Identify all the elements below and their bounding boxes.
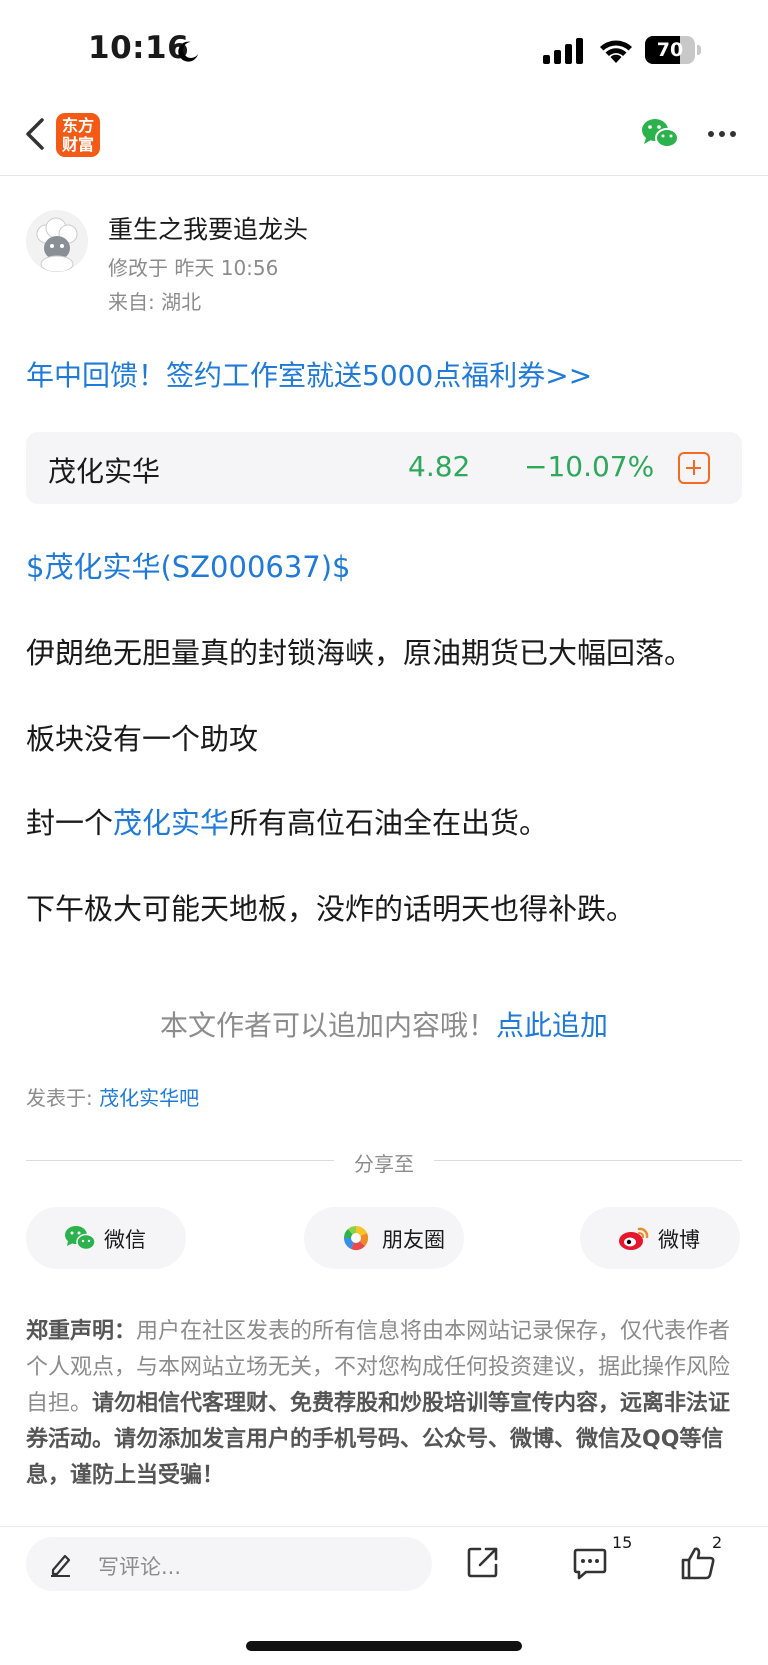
- battery-percentage: 70: [656, 39, 684, 61]
- home-indicator[interactable]: [246, 1641, 522, 1651]
- share-title: 分享至: [354, 1152, 414, 1176]
- nav-bar: 东方 财富: [0, 96, 768, 176]
- share-weibo-button[interactable]: 微博: [580, 1207, 740, 1269]
- disclaimer-title: 郑重声明：: [26, 1319, 137, 1344]
- weibo-icon: [619, 1227, 649, 1250]
- stock-change: −10.07%: [524, 450, 655, 483]
- post-paragraph: 封一个茂化实华所有高位石油全在出货。: [26, 800, 548, 842]
- avatar[interactable]: [26, 210, 88, 272]
- battery-icon: 70: [645, 36, 701, 64]
- stock-inline-link[interactable]: 茂化实华: [113, 806, 229, 840]
- share-divider: 分享至: [26, 1146, 742, 1176]
- status-bar: 10:16 70: [0, 0, 768, 96]
- wechat-icon: [65, 1226, 96, 1251]
- post-text: 所有高位石油全在出货。: [229, 806, 549, 840]
- append-content-row: 本文作者可以追加内容哦！点此追加: [0, 1004, 768, 1044]
- share-wechat-button[interactable]: 微信: [26, 1207, 186, 1269]
- logo-text-top: 东方: [61, 116, 94, 135]
- posted-in-label: 发表于:: [26, 1086, 100, 1110]
- wechat-share-icon[interactable]: [640, 116, 680, 152]
- board-link[interactable]: 茂化实华吧: [99, 1086, 199, 1110]
- add-to-watchlist-icon[interactable]: [678, 452, 710, 484]
- moments-icon: [343, 1225, 369, 1251]
- comment-placeholder: 写评论...: [98, 1555, 182, 1579]
- share-wechat-label: 微信: [104, 1228, 146, 1252]
- post-paragraph: 板块没有一个助攻: [26, 722, 259, 756]
- sheep-avatar-icon: [26, 210, 88, 272]
- post-modified-time: 修改于 昨天 10:56: [108, 256, 279, 280]
- post-location: 来自: 湖北: [108, 290, 202, 314]
- disclaimer-bold-text: 请勿相信代客理财、免费荐股和炒股培训等宣传内容，远离非法证券活动。请勿添加发言用…: [26, 1391, 731, 1488]
- comment-icon[interactable]: [572, 1547, 608, 1581]
- share-moments-button[interactable]: 朋友圈: [304, 1207, 464, 1269]
- back-arrow-icon[interactable]: [22, 114, 48, 154]
- disclaimer: 郑重声明：用户在社区发表的所有信息将由本网站记录保存，仅代表作者个人观点，与本网…: [26, 1314, 744, 1494]
- share-out-icon[interactable]: [466, 1545, 500, 1579]
- cellular-signal-icon: [543, 38, 583, 64]
- comment-count: 15: [612, 1533, 633, 1552]
- append-content-link[interactable]: 点此追加: [496, 1009, 608, 1042]
- pen-icon: [51, 1554, 71, 1577]
- wifi-icon: [600, 40, 632, 63]
- share-moments-label: 朋友圈: [382, 1228, 445, 1252]
- post-paragraph: 伊朗绝无胆量真的封锁海峡，原油期货已大幅回落。: [26, 636, 694, 670]
- post-text: 封一个: [26, 806, 114, 840]
- author-name[interactable]: 重生之我要追龙头: [108, 210, 308, 246]
- like-count: 2: [712, 1533, 723, 1552]
- stock-tag-link[interactable]: $茂化实华(SZ000637)$: [26, 544, 351, 586]
- more-options-icon[interactable]: [706, 126, 738, 142]
- eastmoney-logo: 东方 财富: [56, 113, 100, 157]
- post-paragraph: 下午极大可能天地板，没炸的话明天也得补跌。: [26, 892, 636, 926]
- stock-price: 4.82: [408, 450, 471, 483]
- comment-input[interactable]: 写评论...: [26, 1537, 432, 1591]
- thumbs-up-icon[interactable]: [680, 1545, 716, 1581]
- share-weibo-label: 微博: [658, 1228, 700, 1252]
- moon-icon: [178, 41, 198, 62]
- stock-card[interactable]: 茂化实华 4.82 −10.07%: [26, 432, 742, 504]
- promo-link[interactable]: 年中回馈！签约工作室就送5000点福利券>>: [26, 354, 592, 394]
- append-hint: 本文作者可以追加内容哦！: [159, 1009, 496, 1042]
- posted-in: 发表于: 茂化实华吧: [26, 1082, 199, 1111]
- logo-text-bottom: 财富: [61, 135, 94, 154]
- stock-name: 茂化实华: [48, 455, 161, 488]
- status-time: 10:16: [88, 30, 190, 66]
